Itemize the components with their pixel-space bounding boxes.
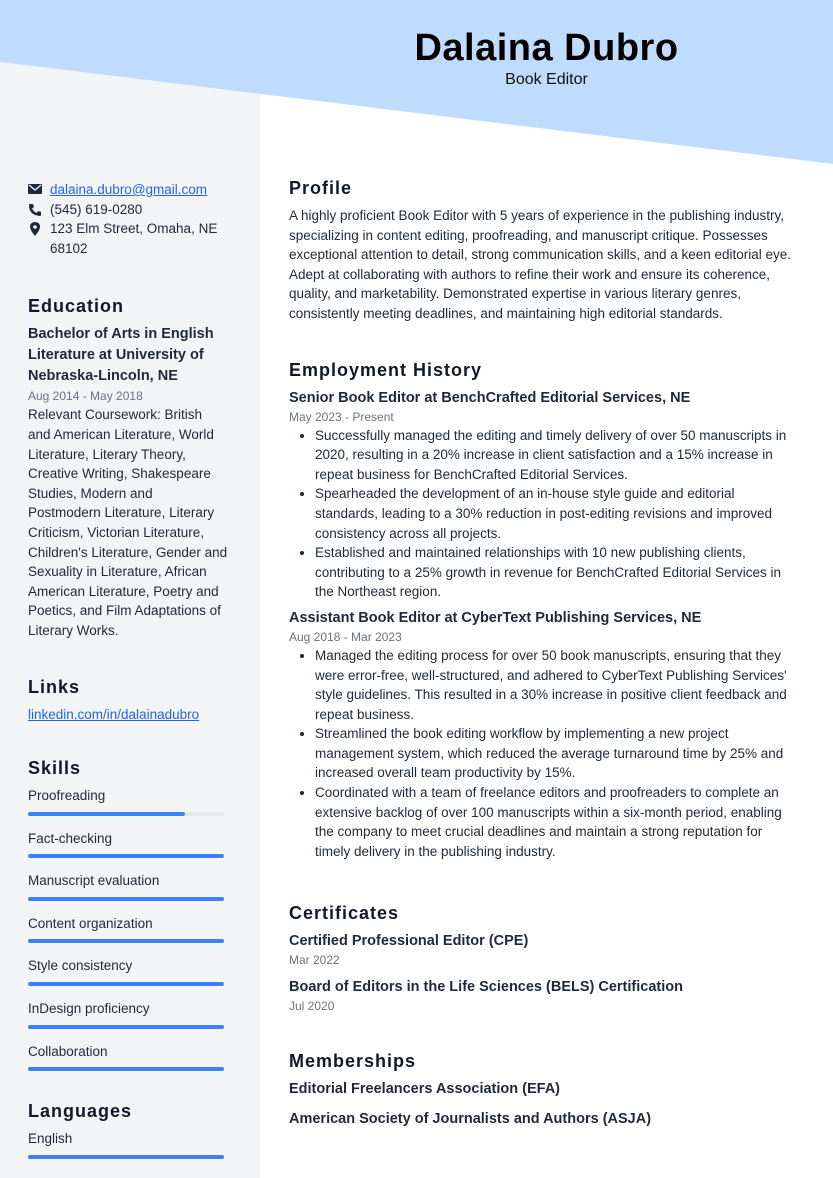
skill-level-fill — [28, 1154, 224, 1159]
job-bullet: Coordinated with a team of freelance edi… — [315, 783, 801, 861]
memberships-section: Memberships Editorial Freelancers Associ… — [289, 1049, 801, 1129]
skill-item: Collaboration — [28, 1042, 228, 1072]
main-content: Profile A highly proficient Book Editor … — [289, 176, 801, 1163]
map-pin-icon — [30, 222, 40, 237]
skill-item: Fact-checking — [28, 829, 228, 859]
job-bullets: Managed the editing process for over 50 … — [289, 646, 801, 862]
envelope-icon — [28, 184, 42, 194]
job-bullet: Successfully managed the editing and tim… — [315, 426, 801, 485]
skill-label: English — [28, 1131, 73, 1147]
membership-item: Editorial Freelancers Association (EFA) — [289, 1081, 561, 1098]
contact-phone: (545) 619-0280 — [28, 200, 228, 220]
skill-level-fill — [28, 939, 224, 944]
certificate-title: Board of Editors in the Life Sciences (B… — [289, 979, 683, 996]
skill-level-fill — [28, 982, 224, 987]
phone-icon — [29, 203, 41, 216]
skill-item: Proofreading — [28, 786, 228, 816]
skill-level-bar — [28, 1024, 224, 1029]
skill-label: Collaboration — [28, 1043, 108, 1059]
contact-email: dalaina.dubro@gmail.com — [28, 180, 228, 200]
profile-section: Profile A highly proficient Book Editor … — [289, 176, 801, 324]
skill-label: Fact-checking — [28, 830, 113, 846]
skill-level-fill — [28, 1024, 224, 1029]
language-item: English — [28, 1129, 228, 1159]
languages-heading: Languages — [28, 1101, 133, 1122]
job-dates: Aug 2018 - Mar 2023 — [289, 629, 402, 644]
profile-text: A highly proficient Book Editor with 5 y… — [289, 208, 792, 321]
job-entry: Senior Book Editor at BenchCrafted Edito… — [289, 388, 801, 602]
skill-item: InDesign proficiency — [28, 999, 228, 1029]
job-bullet: Streamlined the book editing workflow by… — [315, 724, 801, 783]
certificate-item: Certified Professional Editor (CPE) Mar 2… — [289, 931, 801, 969]
links-section: Links linkedin.com/in/dalainadubro — [28, 675, 228, 725]
skill-level-bar — [28, 1154, 224, 1159]
profile-heading: Profile — [289, 178, 353, 198]
links-heading: Links — [28, 676, 81, 697]
skill-level-bar — [28, 811, 224, 816]
certificate-item: Board of Editors in the Life Sciences (B… — [289, 977, 801, 1015]
certificate-date: Mar 2022 — [289, 953, 340, 968]
skill-level-bar — [28, 896, 224, 901]
skill-label: InDesign proficiency — [28, 1001, 150, 1017]
job-bullet: Established and maintained relationships… — [315, 543, 801, 602]
certificate-date: Jul 2020 — [289, 999, 335, 1014]
skill-item: Content organization — [28, 914, 228, 944]
employment-heading: Employment History — [289, 359, 483, 380]
skill-item: Manuscript evaluation — [28, 871, 228, 901]
skill-level-fill — [28, 896, 224, 901]
education-dates: Aug 2014 - May 2018 — [28, 389, 143, 404]
skills-heading: Skills — [28, 758, 82, 779]
job-bullet: Spearheaded the development of an in-hou… — [315, 484, 801, 543]
job-bullets: Successfully managed the editing and tim… — [289, 426, 801, 602]
candidate-name: Dalaina Dubro — [414, 27, 679, 69]
job-entry: Assistant Book Editor at CyberText Publi… — [289, 608, 801, 862]
skill-label: Manuscript evaluation — [28, 873, 160, 889]
linkedin-link[interactable]: linkedin.com/in/dalainadubro — [28, 707, 199, 722]
address: 123 Elm Street, Omaha, NE 68102 — [50, 221, 218, 256]
skill-level-bar — [28, 854, 224, 859]
job-bullet: Managed the editing process for over 50 … — [315, 646, 801, 724]
skill-level-fill — [28, 1067, 224, 1072]
contact-address: 123 Elm Street, Omaha, NE 68102 — [28, 219, 228, 258]
employment-section: Employment History Senior Book Editor at… — [289, 358, 801, 862]
membership-item: American Society of Journalists and Auth… — [289, 1111, 652, 1128]
skill-level-bar — [28, 1067, 224, 1072]
degree: Bachelor of Arts in English Literature a… — [28, 326, 214, 385]
email-link[interactable]: dalaina.dubro@gmail.com — [50, 180, 207, 200]
job-dates: May 2023 - Present — [289, 409, 394, 424]
job-position: Assistant Book Editor at CyberText Publi… — [289, 609, 702, 626]
skills-section: Skills Proofreading Fact-checking Manuscri… — [28, 756, 228, 1072]
skill-label: Proofreading — [28, 788, 106, 804]
education-section: Education Bachelor of Arts in English Li… — [28, 294, 228, 640]
header: Dalaina Dubro Book Editor — [260, 26, 833, 90]
certificate-title: Certified Professional Editor (CPE) — [289, 933, 529, 950]
skill-label: Content organization — [28, 915, 153, 931]
job-title: Book Editor — [505, 71, 588, 88]
sidebar-content: dalaina.dubro@gmail.com (545) 619-0280 1… — [28, 180, 228, 1172]
skill-level-fill — [28, 811, 185, 816]
skill-level-bar — [28, 982, 224, 987]
certificates-heading: Certificates — [289, 903, 400, 924]
skill-level-fill — [28, 854, 224, 859]
education-heading: Education — [28, 296, 125, 317]
memberships-heading: Memberships — [289, 1051, 417, 1072]
skill-label: Style consistency — [28, 958, 133, 974]
job-position: Senior Book Editor at BenchCrafted Edito… — [289, 389, 691, 406]
certificates-section: Certificates Certified Professional Edit… — [289, 901, 801, 1015]
phone-number: (545) 619-0280 — [50, 201, 143, 217]
skill-level-bar — [28, 939, 224, 944]
languages-section: Languages English — [28, 1099, 228, 1159]
education-description: Relevant Coursework: British and America… — [28, 407, 228, 638]
skill-item: Style consistency — [28, 956, 228, 987]
